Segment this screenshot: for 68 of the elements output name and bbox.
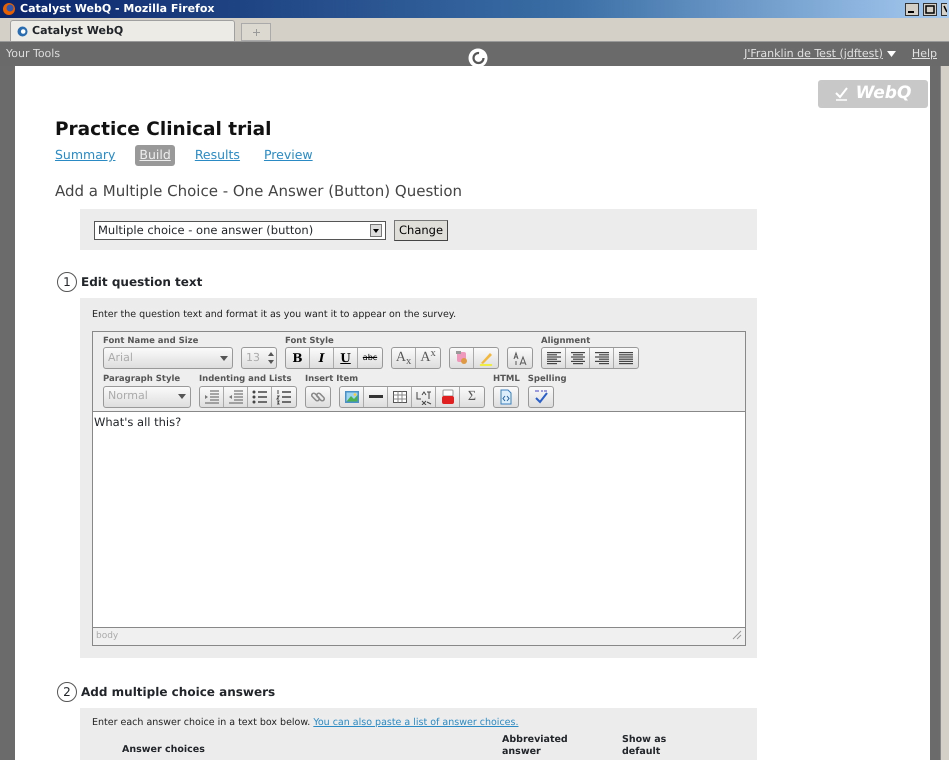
check-icon — [834, 87, 848, 101]
change-button[interactable]: Change — [394, 220, 448, 242]
table-icon — [392, 388, 408, 405]
underline-button[interactable]: U — [334, 348, 358, 368]
status-path: body — [96, 630, 118, 643]
survey-title: Practice Clinical trial — [55, 118, 272, 142]
spinner-arrows-icon — [268, 352, 274, 364]
italic-button[interactable]: I — [310, 348, 334, 368]
site-icon — [17, 26, 28, 36]
format-button[interactable]: A$_{x}$ — [392, 348, 416, 368]
help-link[interactable]: Help — [912, 46, 937, 62]
question-type-select[interactable]: Multiple choice - one answer (button) — [94, 221, 386, 240]
spellcheck-icon — [532, 388, 549, 405]
group-label: Font Style — [285, 336, 335, 346]
text-color-icon — [454, 350, 470, 366]
paste-link[interactable]: You can also paste a list of answer choices. — [313, 716, 518, 728]
group-label: Insert Item — [305, 375, 360, 384]
window-title: Catalyst WebQ - Mozilla Firefox — [20, 0, 216, 17]
image-icon — [344, 388, 360, 405]
highlight-icon — [478, 350, 494, 366]
section-title: Add multiple choice answers — [81, 684, 276, 701]
group-label: Paragraph Style — [103, 375, 182, 384]
caret-icon — [220, 356, 228, 361]
indent-icon — [228, 388, 244, 405]
group-label: Spelling — [528, 375, 567, 384]
source-icon — [498, 388, 514, 405]
page-heading: Add a Multiple Choice - One Answer (Button) Question — [55, 180, 463, 202]
formula-icon — [416, 388, 432, 405]
group-label: Font Name and Size — [103, 336, 200, 346]
outdent-icon — [204, 388, 220, 405]
font-size-icon — [512, 350, 528, 366]
number-list-icon — [276, 388, 292, 405]
section-title: Edit question text — [81, 274, 202, 292]
browser-icon — [2, 2, 16, 16]
nav-tab[interactable]: Results — [190, 145, 244, 166]
bold-button[interactable]: B — [286, 348, 310, 368]
column-header: Show as default — [622, 734, 668, 758]
video-icon — [440, 388, 456, 405]
align-right-icon — [594, 350, 610, 366]
group-label: HTML — [493, 375, 520, 384]
column-header: Abbreviated answer — [502, 734, 569, 758]
minimize-icon — [905, 2, 919, 16]
user-menu[interactable]: J'Franklin de Test (jdftest) — [744, 46, 896, 62]
instruction-text: Enter each answer choice in a text box below. You can also paste a list of answer choices. — [92, 716, 520, 730]
scrollbar[interactable] — [940, 66, 949, 760]
browser-tab[interactable]: Catalyst WebQ — [10, 20, 235, 41]
bullet-list-icon — [252, 388, 268, 405]
group-label: Indenting and Lists — [199, 375, 293, 384]
format-button[interactable]: A$^{x}$ — [416, 348, 440, 368]
nav-tab[interactable]: Preview — [260, 145, 317, 166]
maximize-icon — [923, 2, 937, 16]
align-left-icon — [546, 350, 562, 366]
caret-icon — [886, 51, 896, 57]
instruction-text: Enter the question text and format it as you want it to appear on the survey. — [92, 308, 458, 322]
align-center-icon — [570, 350, 586, 366]
step-number: 2 — [57, 682, 77, 702]
plus-icon — [252, 28, 260, 36]
caret-icon — [178, 394, 186, 400]
resize-grip-icon — [732, 630, 742, 640]
nav-tab[interactable]: Summary — [51, 145, 120, 166]
align-justify-icon — [618, 350, 634, 366]
strikethrough-button[interactable]: abc — [358, 348, 382, 368]
format-button[interactable]: Σ — [460, 386, 484, 407]
group-label: Alignment — [541, 336, 592, 346]
step-number: 1 — [57, 272, 77, 292]
tools-link[interactable]: Your Tools — [6, 46, 60, 62]
close-icon — [941, 2, 947, 16]
column-header: Answer choices — [122, 743, 206, 758]
